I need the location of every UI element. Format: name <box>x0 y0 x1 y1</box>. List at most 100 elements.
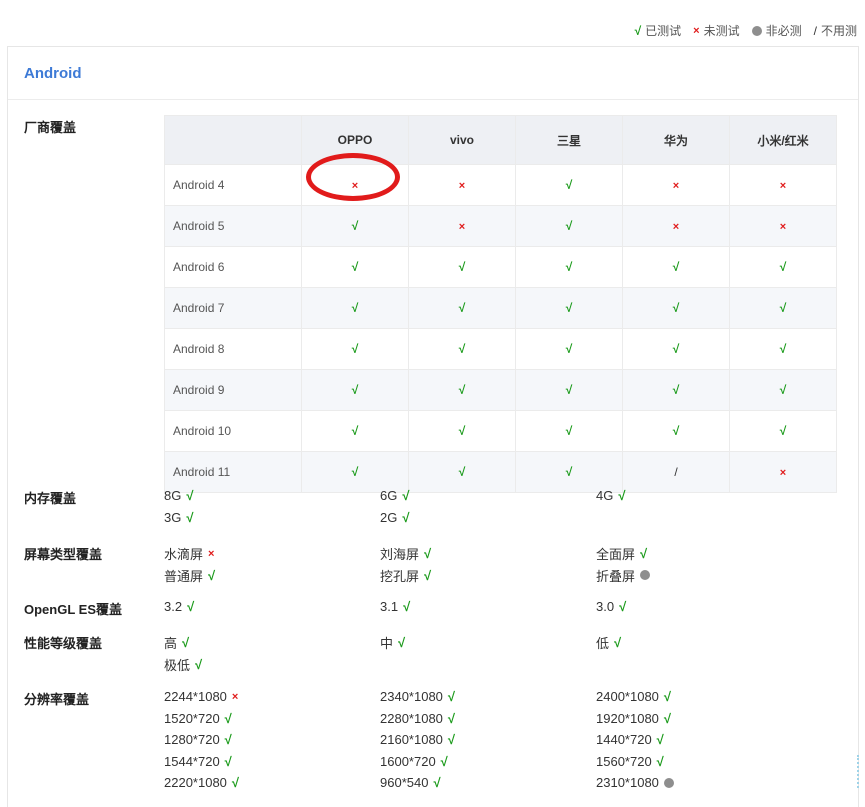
tested-check-icon: √ <box>458 342 466 356</box>
android-version-cell: Android 5 <box>164 205 302 247</box>
android-version-cell: Android 7 <box>164 287 302 329</box>
coverage-item: 1440*720 √ <box>596 732 664 747</box>
android-version-cell: Android 6 <box>164 246 302 288</box>
tested-check-icon: √ <box>402 488 410 503</box>
coverage-item: 1280*720 √ <box>164 732 232 747</box>
android-version-cell: Android 10 <box>164 410 302 452</box>
coverage-cell: √ <box>515 369 623 411</box>
tested-check-icon: √ <box>619 599 627 614</box>
tested-check-icon: √ <box>672 383 680 397</box>
android-panel: Android 厂商覆盖 OPPO vivo 三星 华为 小米/红米 Android 4… <box>7 46 859 807</box>
coverage-cell: √ <box>301 287 409 329</box>
coverage-item: 极低 √ <box>164 655 202 674</box>
tested-check-icon: √ <box>402 509 410 525</box>
coverage-cell: √ <box>622 328 730 370</box>
coverage-item-label: 折叠屏 <box>596 568 636 584</box>
coverage-item-label: 2244*1080 <box>164 689 227 704</box>
coverage-cell: √ <box>622 369 730 411</box>
coverage-item: 6G √ <box>380 488 409 503</box>
coverage-cell: × <box>729 451 837 493</box>
legend-label: 不用测 <box>820 24 857 38</box>
coverage-item-label: 挖孔屏 <box>380 568 420 584</box>
coverage-item-label: 3.2 <box>164 599 183 614</box>
not-applicable-slash-icon: / <box>813 23 817 38</box>
coverage-item-label: 3.1 <box>380 599 399 614</box>
android-version-cell: Android 4 <box>164 164 302 206</box>
tested-check-icon: √ <box>779 383 787 397</box>
coverage-cell: √ <box>729 369 837 411</box>
table-row: Android 4 × × √ × × <box>164 164 837 206</box>
coverage-cell: √ <box>515 451 623 493</box>
coverage-cell: √ <box>622 246 730 288</box>
vendor-column-header: 华为 <box>622 115 730 165</box>
coverage-item: 4G √ <box>596 488 625 503</box>
tested-check-icon: √ <box>656 753 664 769</box>
coverage-cell: √ <box>301 205 409 247</box>
coverage-item-label: 极低 <box>164 657 191 673</box>
tested-check-icon: √ <box>186 488 194 503</box>
coverage-item: 3G √ <box>164 510 193 525</box>
tested-check-icon: √ <box>565 383 573 397</box>
coverage-item-label: 普通屏 <box>164 568 204 584</box>
coverage-cell: √ <box>729 246 837 288</box>
coverage-cell: × <box>729 164 837 206</box>
vendor-column-header: 三星 <box>515 115 623 165</box>
vendor-column-header: 小米/红米 <box>729 115 837 165</box>
tested-check-icon: √ <box>640 546 648 561</box>
tested-check-icon: √ <box>351 342 359 356</box>
coverage-item-label: 1280*720 <box>164 732 220 747</box>
tested-check-icon: √ <box>351 260 359 274</box>
coverage-item: 高 √ <box>164 633 189 652</box>
coverage-item-label: 全面屏 <box>596 547 636 562</box>
tested-check-icon: √ <box>634 23 642 38</box>
tested-check-icon: √ <box>458 383 466 397</box>
legend-item: 非必测 <box>751 22 802 39</box>
coverage-cell: √ <box>408 287 516 329</box>
android-version-cell: Android 11 <box>164 451 302 493</box>
table-corner <box>164 115 302 165</box>
scrollbar[interactable] <box>857 755 865 788</box>
table-row: Android 9 √ √ √ √ √ <box>164 369 837 411</box>
vendor-column-header: vivo <box>408 115 516 165</box>
screen-coverage-label: 屏幕类型覆盖 <box>24 547 103 562</box>
tested-check-icon: √ <box>779 342 787 356</box>
coverage-cell: × <box>408 164 516 206</box>
coverage-item: 2G √ <box>380 510 409 525</box>
coverage-cell: × <box>622 205 730 247</box>
coverage-item-label: 2280*1080 <box>380 710 443 726</box>
tested-check-icon: √ <box>672 342 680 356</box>
untested-cross-icon: × <box>779 180 787 192</box>
tested-check-icon: √ <box>614 635 622 650</box>
tested-check-icon: √ <box>195 656 203 672</box>
not-required-dot-icon <box>663 777 674 788</box>
legend: √ 已测试 × 未测试 非必测 / 不用测 <box>635 22 857 39</box>
legend-item: / 不用测 <box>814 22 857 39</box>
tested-check-icon: √ <box>672 260 680 274</box>
coverage-cell: × <box>729 205 837 247</box>
coverage-cell: √ <box>515 287 623 329</box>
coverage-cell: √ <box>301 410 409 452</box>
untested-cross-icon: × <box>231 690 239 703</box>
coverage-item: 1520*720 √ <box>164 711 232 726</box>
legend-label: 未测试 <box>703 24 740 38</box>
coverage-cell: / <box>622 451 730 493</box>
tested-check-icon: √ <box>779 301 787 315</box>
tested-check-icon: √ <box>351 424 359 438</box>
vendor-coverage-label: 厂商覆盖 <box>24 120 77 135</box>
coverage-item-label: 4G <box>596 488 614 503</box>
coverage-item: 2244*1080 × <box>164 689 238 704</box>
coverage-item-label: 3G <box>164 509 182 525</box>
table-row: Android 6 √ √ √ √ √ <box>164 246 837 288</box>
coverage-item-label: 高 <box>164 636 178 651</box>
coverage-cell: √ <box>301 246 409 288</box>
tested-check-icon: √ <box>663 689 672 704</box>
not-applicable-slash-icon: / <box>674 465 678 479</box>
panel-title: Android <box>8 47 858 100</box>
table-row: Android 10 √ √ √ √ √ <box>164 410 837 452</box>
coverage-item-label: 1544*720 <box>164 753 220 769</box>
table-row: Android 5 √ × √ × × <box>164 205 837 247</box>
coverage-item-label: 水滴屏 <box>164 547 204 562</box>
tested-check-icon: √ <box>779 424 787 438</box>
coverage-item: 1544*720 √ <box>164 754 232 769</box>
coverage-cell: √ <box>301 451 409 493</box>
